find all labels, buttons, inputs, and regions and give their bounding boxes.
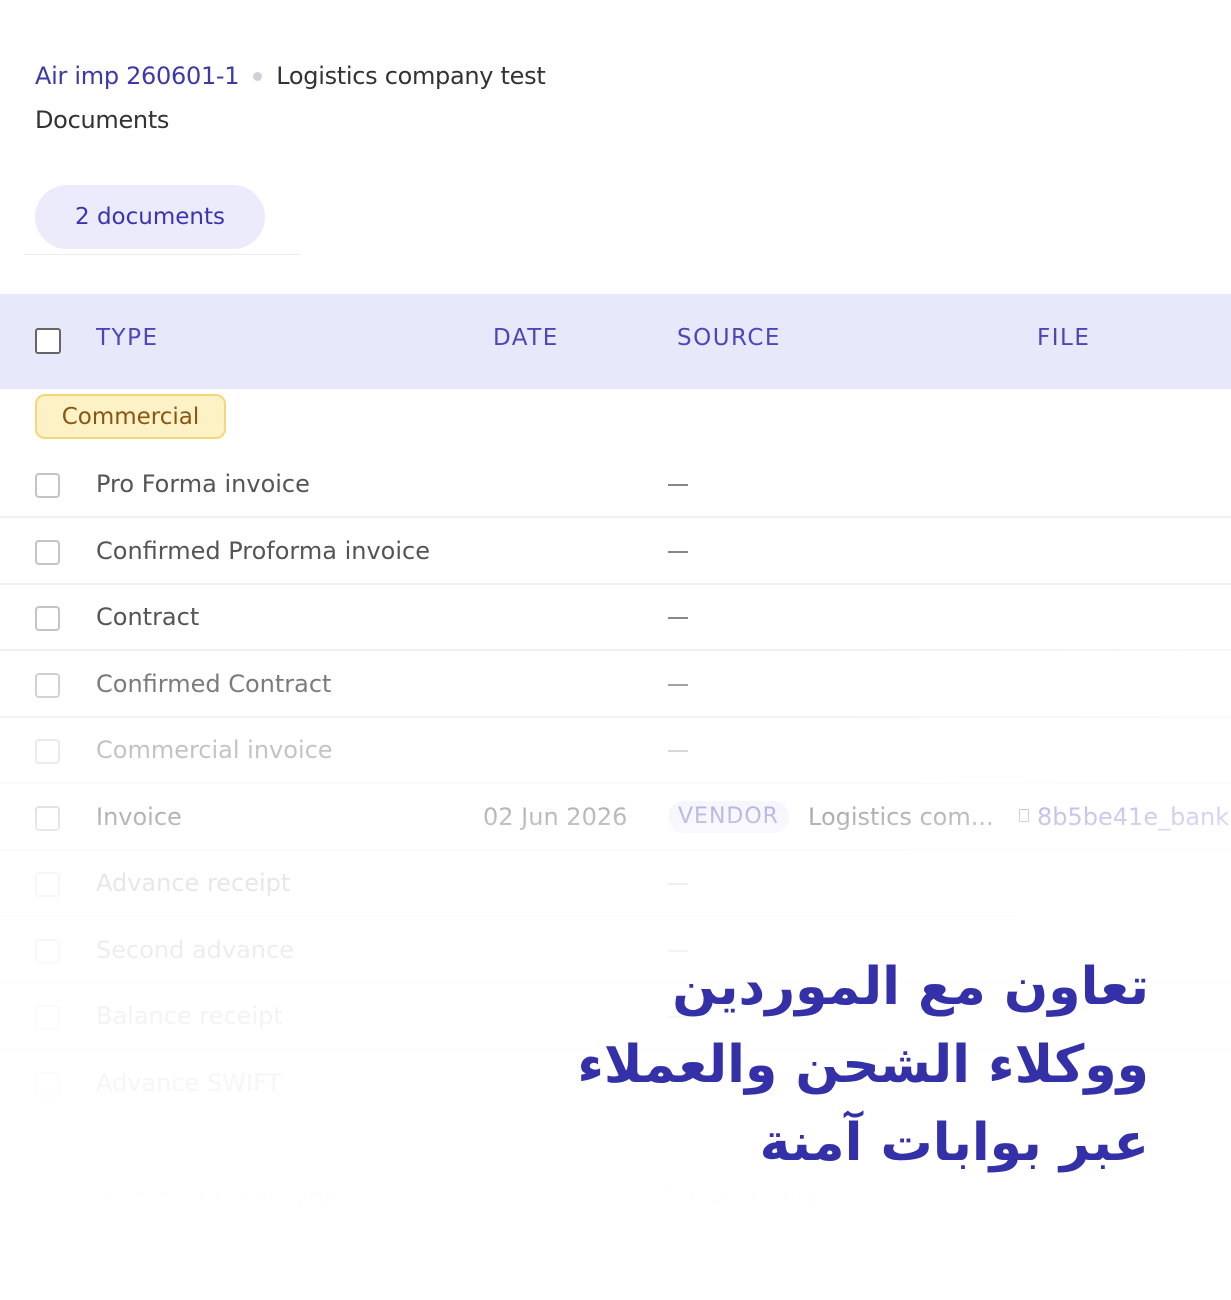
row-checkbox[interactable]	[35, 872, 60, 897]
table-row[interactable]: Pro Forma invoice	[0, 452, 1231, 518]
promo-line-2: ووكلاء الشحن والعملاء	[577, 1035, 1149, 1095]
row-source-empty	[668, 484, 688, 486]
table-row[interactable]: Confirmed Proforma invoice	[0, 519, 1231, 585]
row-source-empty	[668, 883, 688, 885]
row-source-empty	[668, 683, 688, 686]
row-source-empty	[668, 550, 688, 553]
column-header-type[interactable]: TYPE	[96, 325, 159, 351]
row-type: Second advance	[96, 935, 294, 964]
row-source-empty	[668, 617, 688, 619]
page-title: Documents	[35, 106, 170, 134]
upload-file-label: Upload file	[689, 1182, 819, 1210]
file-link[interactable]: 8b5be41e_bank	[1037, 803, 1229, 831]
breadcrumb-separator	[253, 71, 263, 81]
row-date: 02 Jun 2026	[483, 802, 628, 831]
row-type: Pro Forma invoice	[96, 470, 310, 498]
table-row[interactable]: Confirmed Contract	[0, 652, 1231, 718]
row-type: Confirmed Proforma invoice	[96, 536, 430, 565]
row-checkbox[interactable]	[35, 938, 60, 964]
promo-text: تعاون مع الموردين ووكلاء الشحن والعملاء …	[449, 948, 1149, 1182]
promo-line-1: تعاون مع الموردين	[672, 957, 1149, 1017]
row-checkbox[interactable]	[35, 473, 60, 498]
upload-icon: ↥	[659, 1182, 680, 1210]
row-type: Advance SWIFT	[96, 1068, 282, 1097]
row-type: Confirmed Contract	[96, 669, 332, 698]
row-checkbox[interactable]	[35, 672, 60, 698]
row-source: Logistics com...	[808, 802, 994, 831]
document-type-select-label: Add document type	[102, 1183, 339, 1211]
chevron-down-icon: ⌄	[567, 1187, 583, 1208]
select-all-checkbox[interactable]	[35, 328, 61, 354]
source-badge: VENDOR	[668, 800, 789, 833]
tab-bar: 2 documents	[24, 185, 300, 255]
row-checkbox[interactable]	[35, 805, 60, 831]
column-header-source[interactable]: SOURCE	[677, 325, 781, 351]
table-header: TYPE DATE SOURCE FILE	[0, 294, 1231, 389]
table-row[interactable]: Advance receipt	[0, 851, 1231, 917]
promo-line-3: عبر بوابات آمنة	[759, 1113, 1149, 1173]
row-type: Balance receipt	[96, 1002, 283, 1030]
row-checkbox[interactable]	[35, 606, 60, 631]
row-type: Advance receipt	[96, 869, 291, 897]
column-header-file[interactable]: FILE	[1037, 325, 1090, 351]
breadcrumb: Air imp 260601-1 Logistics company test	[35, 62, 546, 90]
row-type: Commercial invoice	[96, 736, 333, 764]
table-row[interactable]: Invoice 02 Jun 2026 VENDOR Logistics com...…	[0, 785, 1231, 851]
table-row[interactable]: Commercial invoice	[0, 718, 1231, 784]
row-checkbox[interactable]	[35, 1005, 60, 1030]
row-type: Contract	[96, 603, 200, 631]
row-checkbox[interactable]	[35, 539, 60, 565]
table-row[interactable]: Contract	[0, 585, 1231, 651]
row-checkbox[interactable]	[35, 1071, 60, 1097]
breadcrumb-link[interactable]: Air imp 260601-1	[35, 62, 240, 90]
row-type: Invoice	[96, 802, 182, 831]
tab-documents[interactable]: 2 documents	[35, 185, 265, 249]
row-checkbox[interactable]	[35, 739, 60, 764]
breadcrumb-current: Logistics company test	[276, 62, 546, 90]
column-header-date[interactable]: DATE	[493, 325, 559, 351]
group-tag-commercial: Commercial	[35, 394, 226, 439]
file-icon	[1019, 808, 1029, 822]
row-source-empty	[668, 750, 688, 752]
